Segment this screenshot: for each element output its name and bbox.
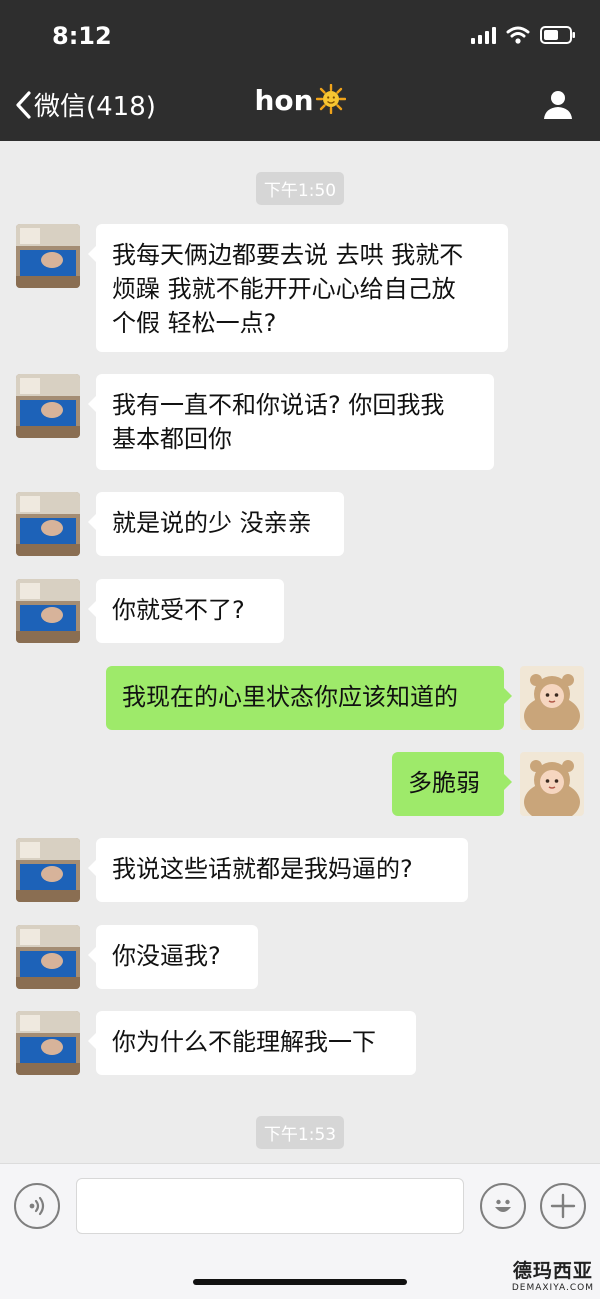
message-bubble[interactable]: 你没逼我? [88, 925, 258, 989]
sun-emoji-icon [315, 84, 346, 114]
message-input[interactable] [76, 1178, 464, 1234]
avatar[interactable] [520, 666, 584, 730]
message-bubble[interactable]: 我说这些话就都是我妈逼的? [88, 838, 468, 902]
message-bubble[interactable]: 就是说的少 没亲亲 [88, 492, 344, 556]
message-bubble[interactable]: 我有一直不和你说话? 你回我我 基本都回你 [88, 374, 494, 470]
avatar[interactable] [16, 224, 80, 288]
voice-button[interactable] [14, 1183, 60, 1229]
avatar[interactable] [16, 374, 80, 438]
timestamp: 下午1:53 [0, 1116, 600, 1149]
message-bubble[interactable]: 我现在的心里状态你应该知道的 [106, 666, 512, 730]
home-indicator[interactable] [193, 1279, 407, 1285]
plus-icon [550, 1193, 576, 1219]
status-time: 8:12 [52, 22, 112, 50]
voice-icon [29, 1196, 45, 1216]
top-bar: 8:12 微信(418) hon [0, 0, 600, 141]
status-icons [471, 26, 576, 44]
chat-title: hon [0, 84, 600, 117]
emoji-icon [495, 1199, 511, 1212]
avatar[interactable] [16, 925, 80, 989]
avatar[interactable] [520, 752, 584, 816]
wifi-icon [506, 26, 530, 44]
timestamp: 下午1:50 [0, 172, 600, 205]
watermark: 德玛西亚 DEMAXIYA.COM [512, 1256, 594, 1293]
message-bubble[interactable]: 我每天俩边都要去说 去哄 我就不 烦躁 我就不能开开心心给自己放 个假 轻松一点… [88, 224, 508, 352]
watermark-en: DEMAXIYA.COM [511, 1283, 594, 1293]
plus-button[interactable] [540, 1183, 586, 1229]
input-bar: 德玛西亚 DEMAXIYA.COM [0, 1163, 600, 1299]
timestamp-label: 下午1:53 [255, 1116, 345, 1149]
timestamp-label: 下午1:50 [255, 172, 345, 205]
message-bubble[interactable]: 你就受不了? [88, 579, 284, 643]
avatar[interactable] [16, 492, 80, 556]
emoji-button[interactable] [480, 1183, 526, 1229]
chat-title-text: hon [254, 84, 314, 117]
avatar[interactable] [16, 579, 80, 643]
signal-icon [471, 26, 496, 44]
message-bubble[interactable]: 你为什么不能理解我一下 [88, 1011, 416, 1075]
avatar[interactable] [16, 1011, 80, 1075]
battery-icon [540, 26, 576, 44]
profile-icon[interactable] [542, 88, 574, 124]
message-bubble[interactable]: 多脆弱 [392, 752, 512, 816]
watermark-cn: 德玛西亚 [512, 1260, 593, 1282]
avatar[interactable] [16, 838, 80, 902]
